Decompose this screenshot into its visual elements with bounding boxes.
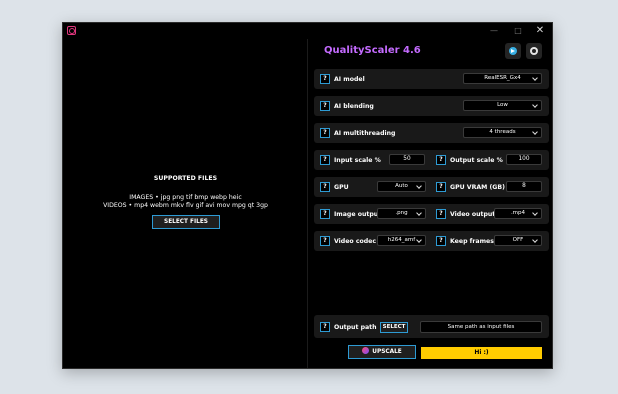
chevron-down-icon [416,183,422,189]
ai-model-dropdown[interactable]: RealESR_Gx4 [463,73,542,84]
output-scale-group: ? Output scale % 100 [430,150,549,170]
minimize-button[interactable]: — [483,24,505,38]
gpu-vram-help-button[interactable]: ? [436,182,446,192]
output-path-label: Output path [334,324,377,331]
gpu-group: ? GPU Auto [314,177,430,197]
github-button[interactable] [526,43,542,59]
close-button[interactable]: ✕ [529,24,551,38]
title-bar: — □ ✕ [63,23,552,39]
ai-blending-row: ? AI blending Low [314,96,549,116]
supported-videos-text: VIDEOS • mp4 webm mkv flv gif avi mov mp… [103,202,268,209]
output-scale-label: Output scale % [450,157,503,164]
chevron-down-icon [532,210,538,216]
ai-model-help-button[interactable]: ? [320,74,330,84]
gpu-vram-group: ? GPU VRAM (GB) 8 [430,177,549,197]
app-logo-icon [67,26,76,35]
upscale-icon [362,347,370,354]
gpu-dropdown[interactable]: Auto [377,181,426,192]
video-codec-label: Video codec [334,238,377,245]
upscale-button[interactable]: UPSCALE [348,345,416,359]
video-output-group: ? Video output .mp4 [430,204,549,224]
ai-multithreading-help-button[interactable]: ? [320,128,330,138]
ai-multithreading-label: AI multithreading [334,130,396,137]
input-scale-help-button[interactable]: ? [320,155,330,165]
telegram-icon [509,47,517,55]
output-format-row: ? Image output .png ? Video output .mp4 [314,204,549,224]
ai-blending-help-button[interactable]: ? [320,101,330,111]
image-output-help-button[interactable]: ? [320,209,330,219]
keep-frames-label: Keep frames [450,238,494,245]
image-output-dropdown[interactable]: .png [377,208,426,219]
gpu-label: GPU [334,184,349,191]
ai-model-value: RealESR_Gx4 [484,75,521,81]
chevron-down-icon [532,129,538,135]
keep-frames-dropdown[interactable]: OFF [494,235,542,246]
supported-files-heading: SUPPORTED FILES [153,175,218,182]
ai-blending-label: AI blending [334,103,374,110]
select-files-button[interactable]: SELECT FILES [152,215,220,229]
github-icon [530,47,538,55]
video-output-help-button[interactable]: ? [436,209,446,219]
status-bar: Hi :) [421,347,542,359]
video-output-value: .mp4 [510,210,526,216]
ai-model-label: AI model [334,76,365,83]
keep-frames-value: OFF [512,237,524,243]
output-scale-help-button[interactable]: ? [436,155,446,165]
app-window: — □ ✕ SUPPORTED FILES IMAGES • jpg png t… [62,22,553,369]
input-scale-group: ? Input scale % 50 [314,150,430,170]
codec-row: ? Video codec h264_amf ? Keep frames OFF [314,231,549,251]
image-output-label: Image output [334,211,382,218]
output-path-row: ? Output path SELECT Same path as input … [314,315,549,338]
keep-frames-group: ? Keep frames OFF [430,231,549,251]
file-drop-panel: SUPPORTED FILES IMAGES • jpg png tif bmp… [63,39,308,368]
video-output-label: Video output [450,211,496,218]
gpu-help-button[interactable]: ? [320,182,330,192]
chevron-down-icon [532,75,538,81]
output-scale-field[interactable]: 100 [506,154,542,165]
video-codec-group: ? Video codec h264_amf [314,231,430,251]
chevron-down-icon [416,210,422,216]
video-codec-help-button[interactable]: ? [320,236,330,246]
scale-row: ? Input scale % 50 ? Output scale % 100 [314,150,549,170]
video-output-dropdown[interactable]: .mp4 [494,208,542,219]
maximize-button[interactable]: □ [507,24,529,38]
upscale-button-label: UPSCALE [372,349,402,355]
chevron-down-icon [532,102,538,108]
ai-multithreading-row: ? AI multithreading 4 threads [314,123,549,143]
output-path-select-button[interactable]: SELECT [380,322,408,333]
gpu-value: Auto [395,183,408,189]
chevron-down-icon [416,237,422,243]
input-scale-field[interactable]: 50 [389,154,425,165]
chevron-down-icon [532,237,538,243]
video-codec-dropdown[interactable]: h264_amf [377,235,426,246]
ai-blending-value: Low [497,102,508,108]
output-path-help-button[interactable]: ? [320,322,330,332]
input-scale-label: Input scale % [334,157,381,164]
ai-multithreading-dropdown[interactable]: 4 threads [463,127,542,138]
video-codec-value: h264_amf [387,237,416,243]
supported-images-text: IMAGES • jpg png tif bmp webp heic [129,194,242,201]
image-output-group: ? Image output .png [314,204,430,224]
gpu-vram-label: GPU VRAM (GB) [450,184,505,191]
keep-frames-help-button[interactable]: ? [436,236,446,246]
gpu-row: ? GPU Auto ? GPU VRAM (GB) 8 [314,177,549,197]
output-path-field[interactable]: Same path as input files [420,321,542,333]
ai-blending-dropdown[interactable]: Low [463,100,542,111]
ai-model-row: ? AI model RealESR_Gx4 [314,69,549,89]
ai-multithreading-value: 4 threads [489,129,516,135]
image-output-value: .png [395,210,408,216]
app-title: QualityScaler 4.6 [324,45,421,56]
gpu-vram-field[interactable]: 8 [506,181,542,192]
telegram-button[interactable] [505,43,521,59]
